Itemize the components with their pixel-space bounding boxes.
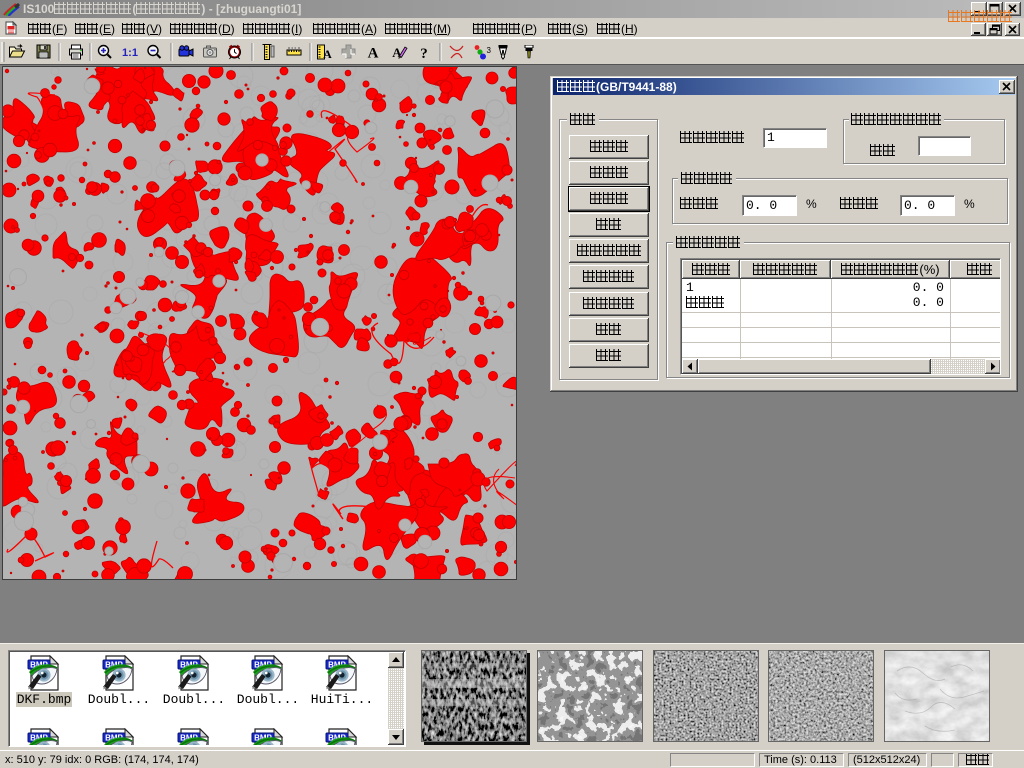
svg-text:A: A bbox=[323, 47, 332, 61]
svg-text:A: A bbox=[368, 46, 379, 62]
svg-text:3: 3 bbox=[487, 46, 492, 55]
svg-text:1:1: 1:1 bbox=[122, 47, 138, 59]
svg-text:?: ? bbox=[420, 46, 428, 62]
